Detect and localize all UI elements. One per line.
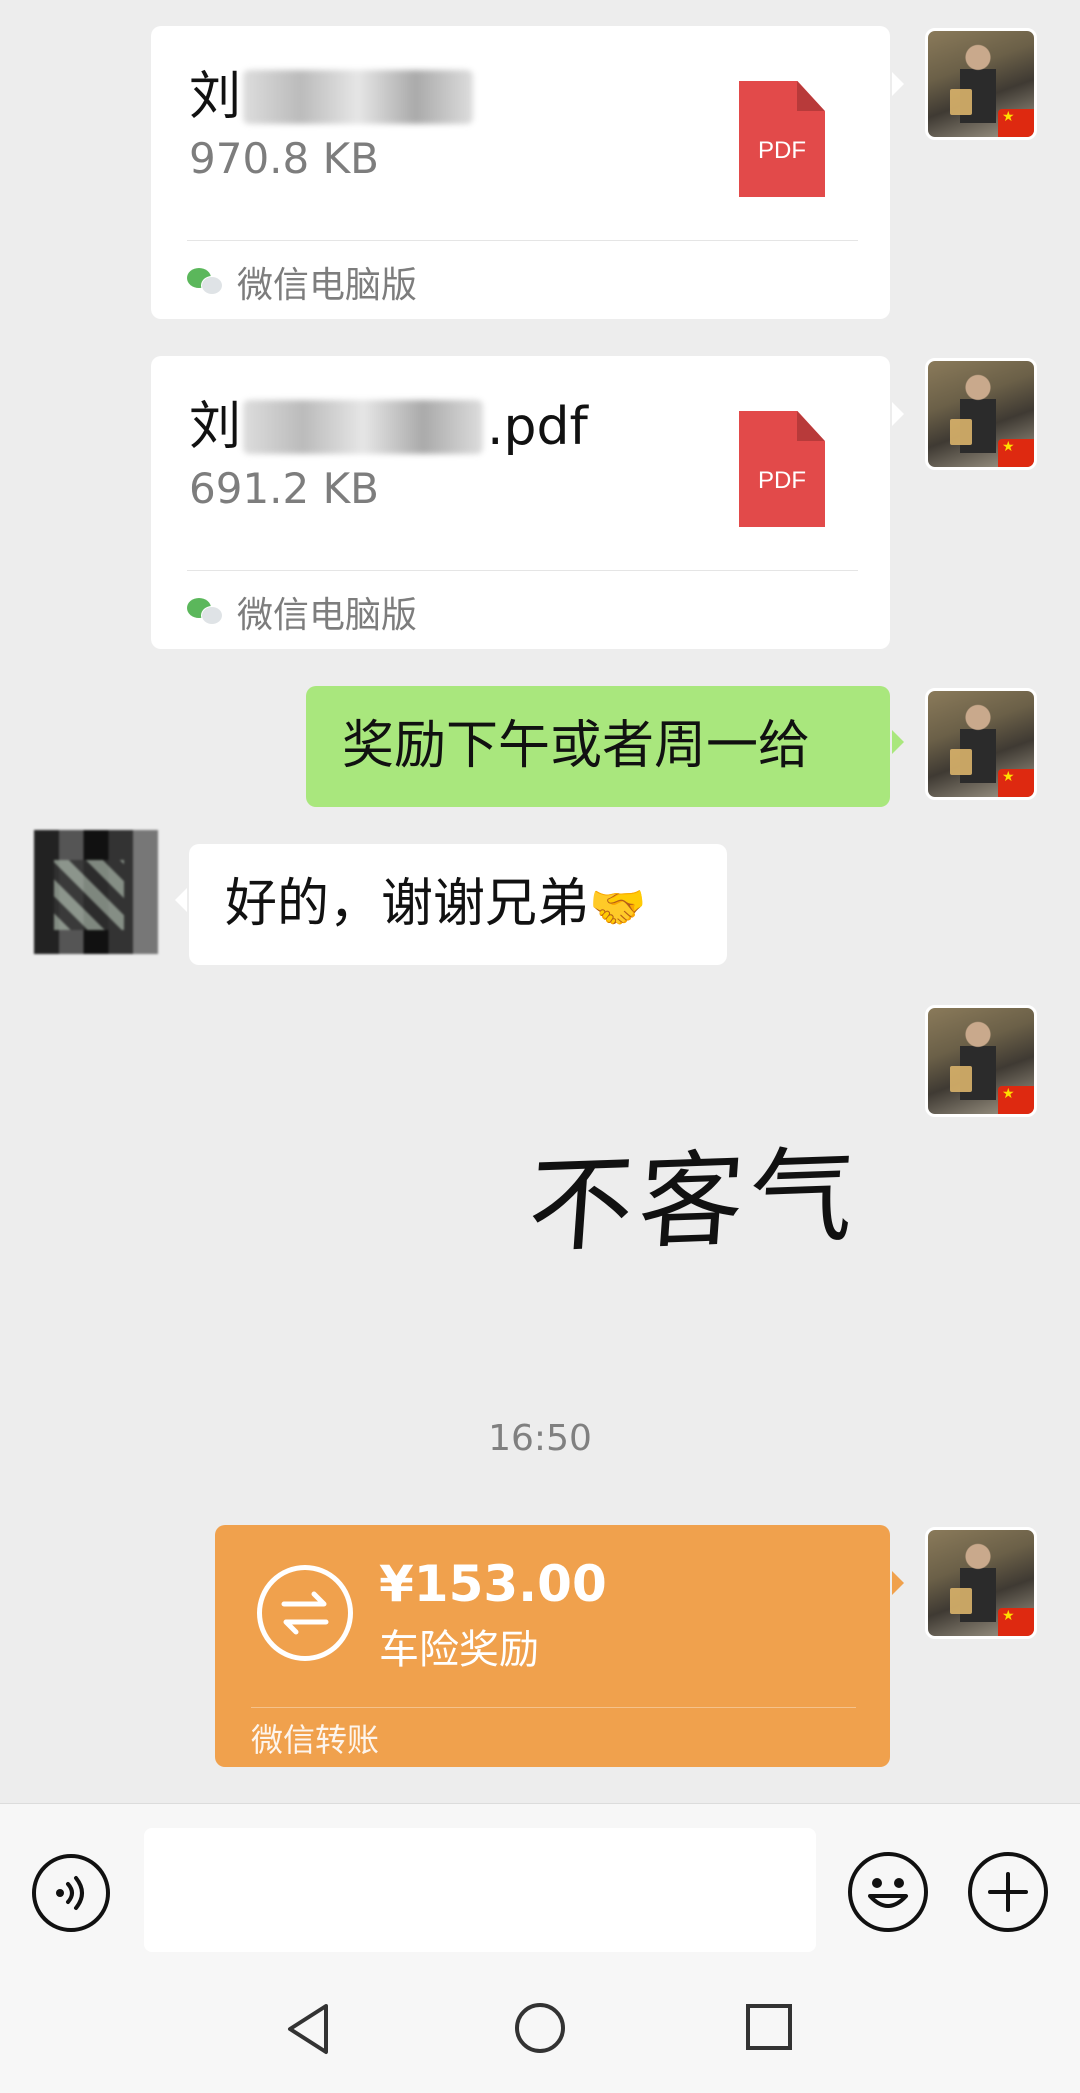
- plus-icon[interactable]: [968, 1852, 1048, 1932]
- transfer-amount: ¥153.00: [379, 1555, 607, 1613]
- avatar-me[interactable]: [925, 358, 1037, 470]
- file-source-label: 微信电脑版: [237, 595, 418, 636]
- file-source-label: 微信电脑版: [237, 265, 418, 306]
- pdf-file-icon: PDF: [739, 411, 825, 527]
- voice-icon[interactable]: [32, 1854, 110, 1932]
- redacted-filename: [243, 400, 483, 454]
- system-nav-bar: [0, 1960, 1080, 2093]
- wechat-pc-icon: [187, 598, 223, 626]
- nav-home-icon[interactable]: [512, 2000, 568, 2056]
- emoji-icon[interactable]: [848, 1852, 928, 1932]
- sticker-message[interactable]: 不客气: [524, 1108, 916, 1271]
- file-message-1[interactable]: 刘 970.8 KB PDF 微信电脑版: [151, 26, 904, 319]
- transfer-message[interactable]: ¥153.00 车险奖励 微信转账: [215, 1525, 904, 1767]
- divider: [251, 1707, 856, 1708]
- transfer-note: 车险奖励: [379, 1627, 539, 1673]
- redacted-filename: [243, 70, 473, 124]
- message-bubble-me[interactable]: 奖励下午或者周一给: [306, 686, 904, 807]
- file-name-text: 刘: [189, 67, 242, 127]
- avatar-friend[interactable]: [34, 830, 158, 954]
- transfer-source-label: 微信转账: [251, 1721, 380, 1759]
- file-message-2[interactable]: 刘 .pdf 691.2 KB PDF 微信电脑版: [151, 356, 904, 649]
- file-name-ext: .pdf: [487, 397, 588, 457]
- nav-back-icon[interactable]: [282, 2000, 334, 2058]
- divider: [187, 240, 858, 241]
- avatar-me[interactable]: [925, 688, 1037, 800]
- pdf-label: PDF: [758, 137, 806, 164]
- file-name: 刘: [189, 54, 241, 129]
- wechat-pc-icon: [187, 268, 223, 296]
- file-name-text: 刘: [189, 397, 242, 457]
- message-input[interactable]: [144, 1828, 816, 1952]
- message-timestamp: 16:50: [488, 1418, 592, 1459]
- nav-recent-icon[interactable]: [744, 2002, 794, 2052]
- message-bubble-friend[interactable]: 好的，谢谢兄弟🤝: [175, 844, 727, 965]
- avatar-me[interactable]: [925, 1005, 1037, 1117]
- file-size: 970.8 KB: [189, 134, 379, 183]
- avatar-me[interactable]: [925, 28, 1037, 140]
- handshake-emoji: 🤝: [589, 879, 647, 934]
- file-size: 691.2 KB: [189, 464, 379, 513]
- transfer-icon: [257, 1565, 353, 1661]
- avatar-me[interactable]: [925, 1527, 1037, 1639]
- message-text: 好的，谢谢兄弟: [225, 874, 590, 934]
- pdf-label: PDF: [758, 467, 806, 494]
- divider: [187, 570, 858, 571]
- pdf-file-icon: PDF: [739, 81, 825, 197]
- chat-input-bar: [0, 1803, 1080, 1960]
